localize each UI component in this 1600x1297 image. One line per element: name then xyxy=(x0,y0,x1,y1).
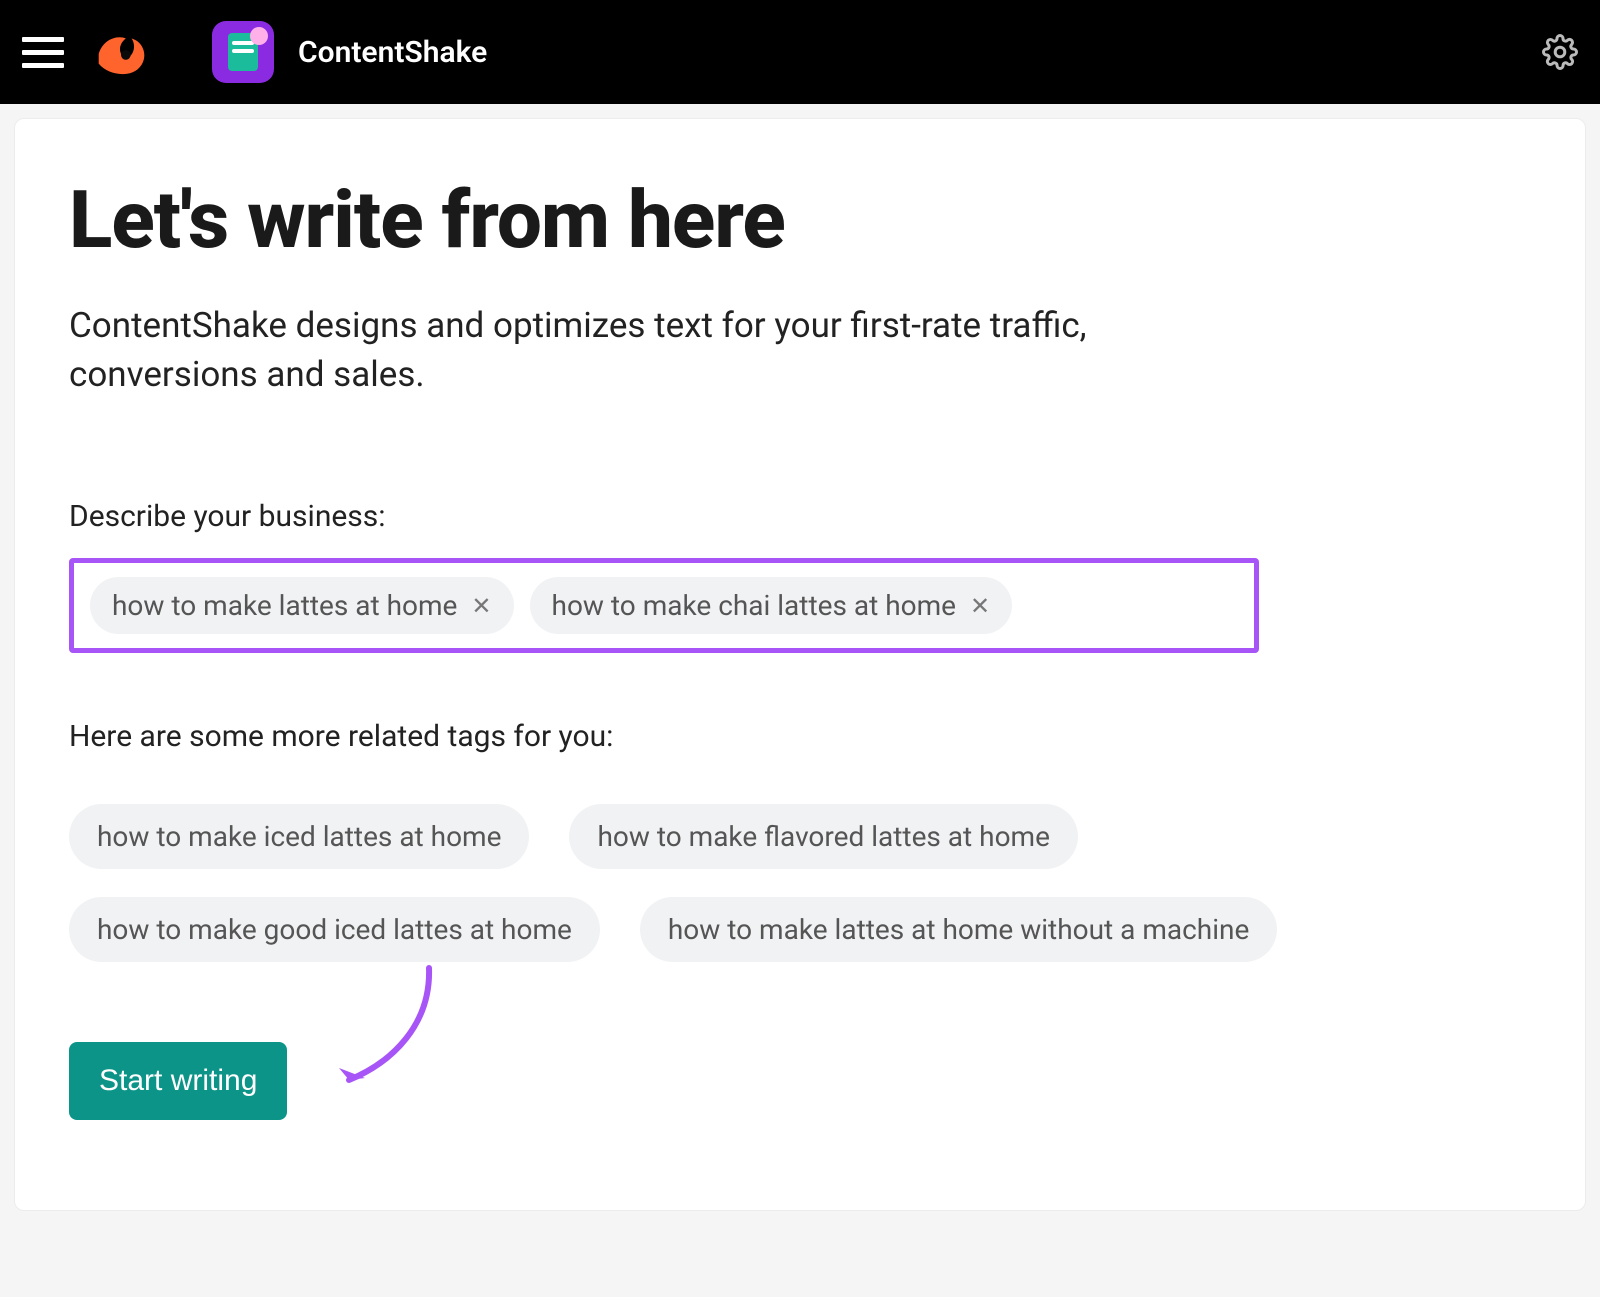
page-subtitle: ContentShake designs and optimizes text … xyxy=(69,301,1089,399)
suggested-tag[interactable]: how to make iced lattes at home xyxy=(69,804,529,869)
suggested-tag[interactable]: how to make lattes at home without a mac… xyxy=(640,897,1277,962)
selected-tag-label: how to make chai lattes at home xyxy=(552,589,956,622)
suggested-tag[interactable]: how to make flavored lattes at home xyxy=(569,804,1077,869)
suggested-tag-label: how to make flavored lattes at home xyxy=(597,820,1049,853)
contentshake-app-icon[interactable] xyxy=(212,21,274,83)
selected-tag: how to make lattes at home ✕ xyxy=(90,577,514,634)
related-tags-list: how to make iced lattes at home how to m… xyxy=(69,804,1519,962)
action-row: Start writing xyxy=(69,1042,1531,1120)
selected-tag-label: how to make lattes at home xyxy=(112,589,457,622)
related-tags-label: Here are some more related tags for you: xyxy=(69,719,1531,754)
hamburger-menu-icon[interactable] xyxy=(22,31,64,73)
business-tag-input[interactable]: how to make lattes at home ✕ how to make… xyxy=(69,558,1259,653)
suggested-tag-label: how to make lattes at home without a mac… xyxy=(668,913,1249,946)
describe-business-label: Describe your business: xyxy=(69,499,1531,534)
suggested-tag-label: how to make iced lattes at home xyxy=(97,820,501,853)
top-bar: ContentShake xyxy=(0,0,1600,104)
page-title: Let's write from here xyxy=(69,173,1531,267)
annotation-arrow-icon xyxy=(329,964,449,1104)
app-title: ContentShake xyxy=(298,35,487,70)
start-writing-button[interactable]: Start writing xyxy=(69,1042,287,1120)
semrush-flame-icon[interactable] xyxy=(88,20,152,84)
suggested-tag[interactable]: how to make good iced lattes at home xyxy=(69,897,600,962)
main-card: Let's write from here ContentShake desig… xyxy=(14,118,1586,1211)
close-icon[interactable]: ✕ xyxy=(471,594,491,618)
close-icon[interactable]: ✕ xyxy=(970,594,990,618)
gear-icon[interactable] xyxy=(1542,34,1578,70)
selected-tag: how to make chai lattes at home ✕ xyxy=(530,577,1013,634)
suggested-tag-label: how to make good iced lattes at home xyxy=(97,913,572,946)
